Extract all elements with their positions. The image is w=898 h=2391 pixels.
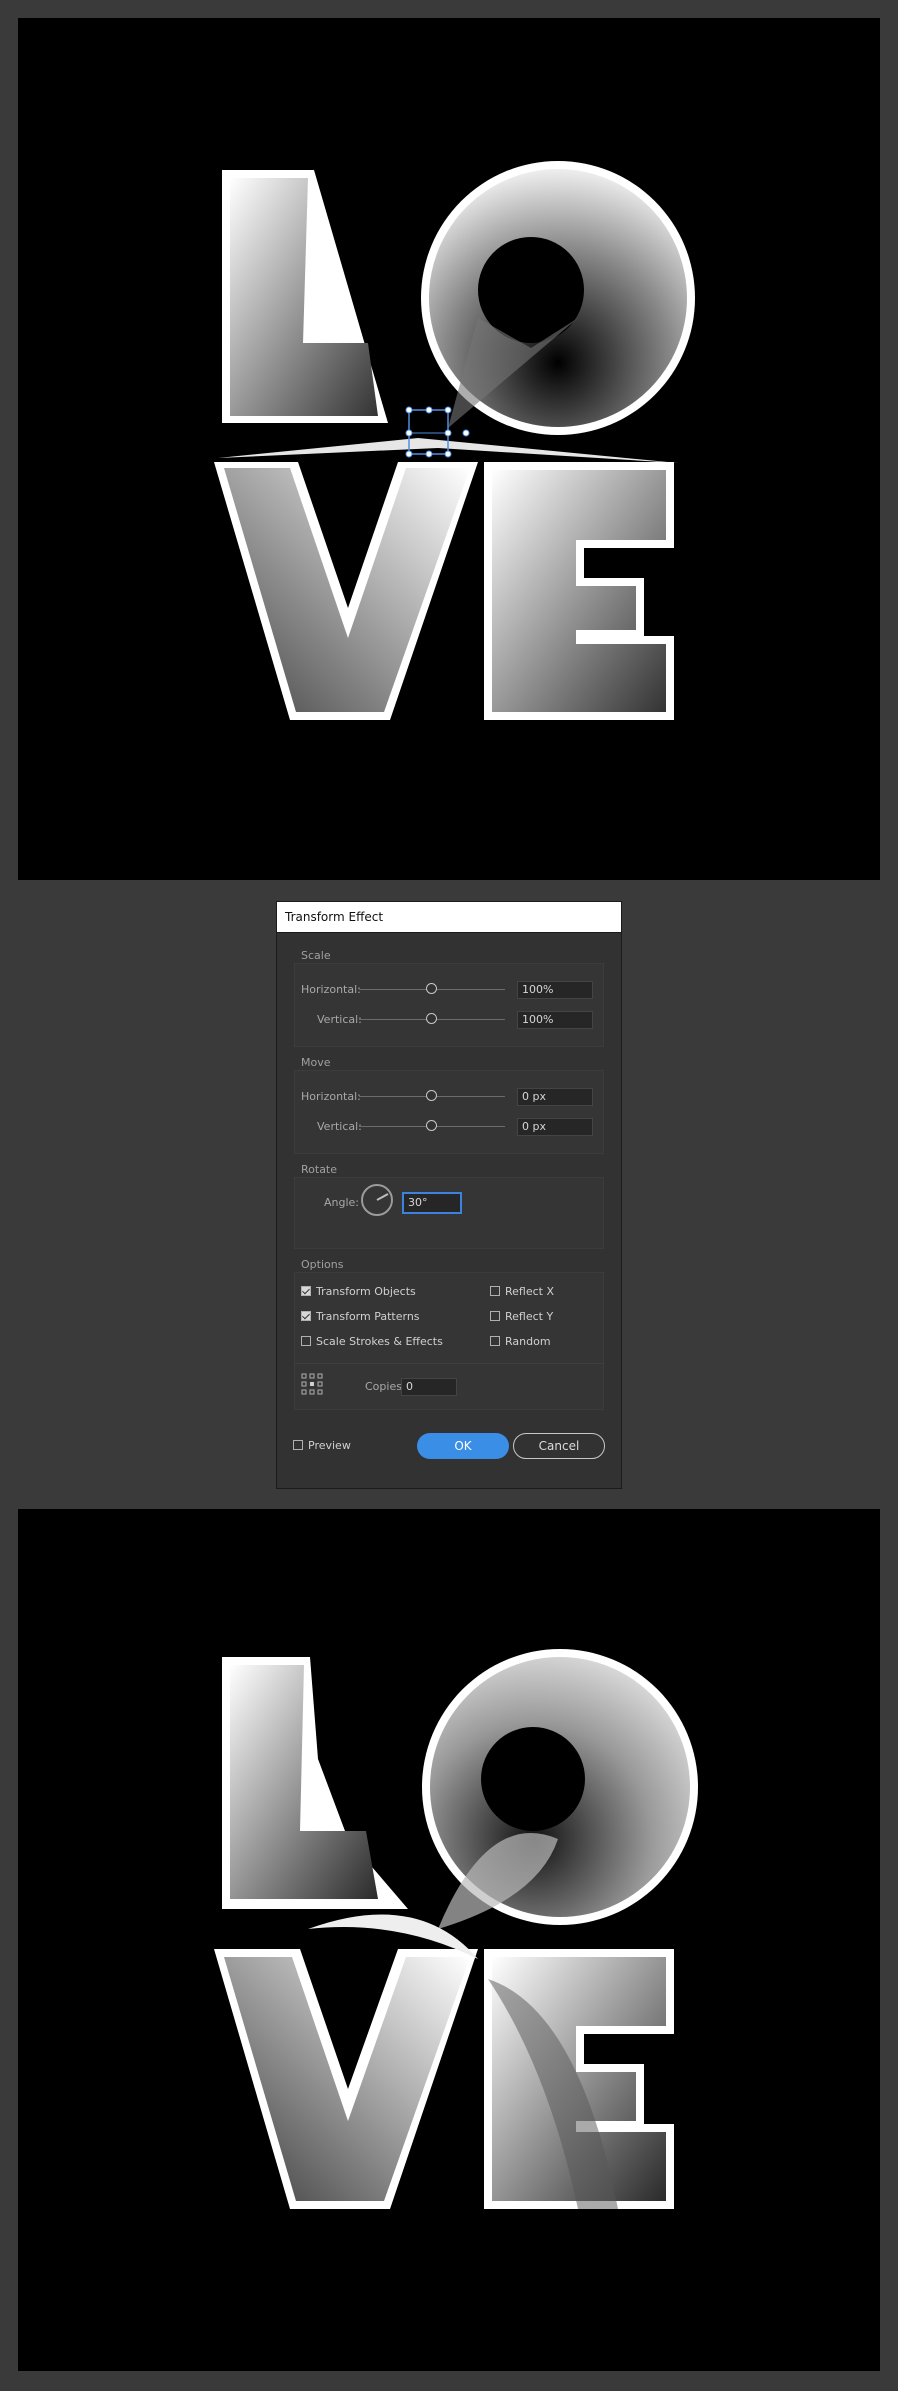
rotate-title: Rotate — [301, 1163, 338, 1176]
move-horizontal-knob[interactable] — [426, 1090, 437, 1101]
angle-label: Angle: — [324, 1196, 360, 1209]
preview-label: Preview — [308, 1439, 351, 1452]
scale-horizontal-slider[interactable] — [359, 983, 505, 994]
letter-o-shape — [422, 1649, 698, 1929]
checkbox-unchecked-icon[interactable] — [490, 1286, 500, 1296]
scale-vertical-slider[interactable] — [359, 1013, 505, 1024]
reflect-y-label: Reflect Y — [505, 1310, 554, 1323]
scale-vertical-knob[interactable] — [426, 1013, 437, 1024]
scale-horizontal-row: Horizontal: 100% — [295, 980, 603, 1000]
move-horizontal-label: Horizontal: — [301, 1090, 361, 1103]
letter-e-shape — [484, 462, 674, 720]
scale-title: Scale — [301, 949, 331, 962]
move-horizontal-field[interactable]: 0 px — [517, 1088, 593, 1106]
move-horizontal-row: Horizontal: 0 px — [295, 1087, 603, 1107]
copies-label: Copies — [365, 1380, 402, 1393]
checkbox-checked-icon[interactable] — [301, 1286, 311, 1296]
checkbox-unchecked-icon[interactable] — [293, 1440, 303, 1450]
scale-horizontal-knob[interactable] — [426, 983, 437, 994]
options-divider — [295, 1363, 603, 1364]
transform-patterns-label: Transform Patterns — [316, 1310, 420, 1323]
copies-field[interactable]: 0 — [401, 1378, 457, 1396]
letter-o-shape — [421, 161, 695, 435]
options-title: Options — [301, 1258, 344, 1271]
move-vertical-field[interactable]: 0 px — [517, 1118, 593, 1136]
move-vertical-row: Vertical: 0 px — [295, 1117, 603, 1137]
scale-horizontal-field[interactable]: 100% — [517, 981, 593, 999]
transform-effect-dialog: Transform Effect Scale Horizontal: 100% … — [276, 901, 622, 1489]
scale-strokes-label: Scale Strokes & Effects — [316, 1335, 443, 1348]
reflect-x-checkbox[interactable]: Reflect X — [490, 1284, 554, 1300]
checkbox-unchecked-icon[interactable] — [301, 1336, 311, 1346]
transform-objects-checkbox[interactable]: Transform Objects — [301, 1284, 416, 1300]
letter-l-shape — [222, 170, 388, 423]
random-label: Random — [505, 1335, 551, 1348]
checkbox-checked-icon[interactable] — [301, 1311, 311, 1321]
dialog-title: Transform Effect — [277, 902, 621, 933]
scale-strokes-checkbox[interactable]: Scale Strokes & Effects — [301, 1334, 443, 1350]
reflect-y-checkbox[interactable]: Reflect Y — [490, 1309, 553, 1325]
rotate-group: Rotate Angle: 30° — [294, 1163, 604, 1249]
move-group: Move Horizontal: 0 px Vertical: 0 px — [294, 1056, 604, 1154]
cancel-button[interactable]: Cancel — [513, 1433, 605, 1459]
scale-group: Scale Horizontal: 100% Vertical: 100% — [294, 949, 604, 1047]
preview-checkbox[interactable]: Preview — [293, 1438, 351, 1454]
move-vertical-label: Vertical: — [317, 1120, 362, 1133]
letter-l-shape — [222, 1657, 408, 1909]
checkbox-unchecked-icon[interactable] — [490, 1336, 500, 1346]
transform-patterns-checkbox[interactable]: Transform Patterns — [301, 1309, 420, 1325]
letter-e-shape — [484, 1949, 674, 2209]
scale-vertical-label: Vertical: — [317, 1013, 362, 1026]
move-vertical-knob[interactable] — [426, 1120, 437, 1131]
artboard-before[interactable] — [18, 18, 880, 880]
scale-vertical-field[interactable]: 100% — [517, 1011, 593, 1029]
move-horizontal-slider[interactable] — [359, 1090, 505, 1101]
angle-indicator-icon — [376, 1193, 389, 1201]
ok-button[interactable]: OK — [417, 1433, 509, 1459]
scale-vertical-row: Vertical: 100% — [295, 1010, 603, 1030]
scale-horizontal-label: Horizontal: — [301, 983, 361, 996]
artboard-after[interactable] — [18, 1509, 880, 2371]
reflect-x-label: Reflect X — [505, 1285, 555, 1298]
options-group: Options Transform Objects Transform Patt… — [294, 1258, 605, 1410]
letter-v-shape — [214, 462, 478, 720]
random-checkbox[interactable]: Random — [490, 1334, 551, 1350]
love-artwork-after — [214, 1649, 698, 2209]
angle-dial[interactable] — [361, 1184, 393, 1216]
angle-field[interactable]: 30° — [402, 1192, 462, 1214]
move-vertical-slider[interactable] — [359, 1120, 505, 1131]
love-artwork-before — [214, 161, 695, 720]
move-title: Move — [301, 1056, 331, 1069]
copies-row: Copies 0 — [295, 1378, 605, 1397]
letter-v-shape — [214, 1914, 478, 2209]
checkbox-unchecked-icon[interactable] — [490, 1311, 500, 1321]
transform-objects-label: Transform Objects — [316, 1285, 416, 1298]
